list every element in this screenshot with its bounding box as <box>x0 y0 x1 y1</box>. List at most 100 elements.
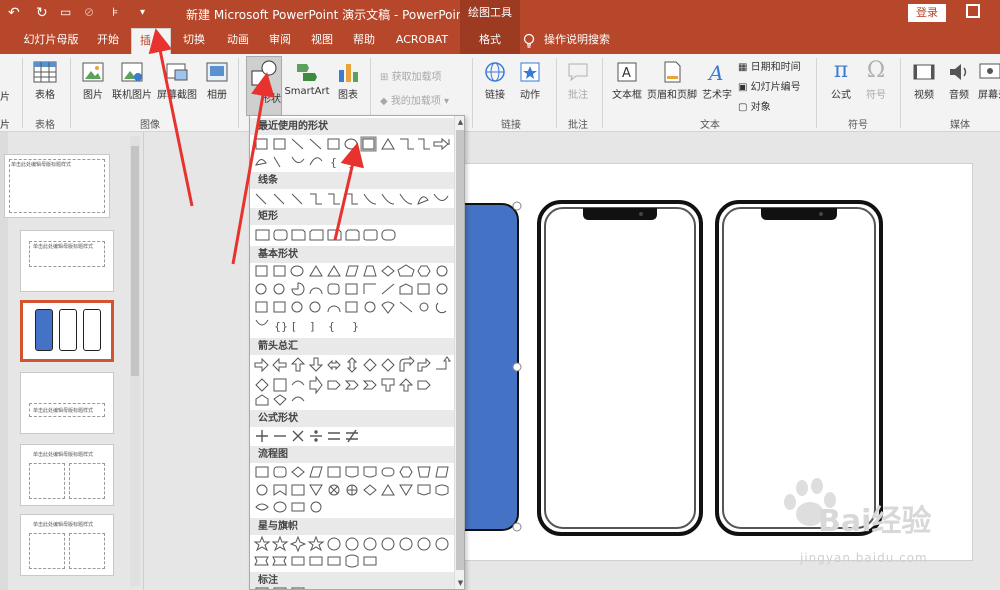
svg-text:{: { <box>328 320 335 333</box>
placeholder-box <box>69 463 105 499</box>
selection-handle[interactable] <box>512 522 522 532</box>
equation-label: 公式 <box>831 90 851 101</box>
tab-acrobat[interactable]: ACROBAT <box>392 28 452 54</box>
title-bar: ↶ ↻ ▭ ⊘ ⊧ ▾ 新建 Microsoft PowerPoint 演示文稿… <box>0 0 1000 28</box>
callouts-row[interactable] <box>252 586 452 590</box>
thumbnail-layout-5[interactable]: 单击此处编辑母版标题样式 <box>20 514 114 576</box>
recent-shapes-row[interactable]: {} <box>252 135 452 171</box>
selection-handle[interactable] <box>512 201 522 211</box>
date-time-button[interactable]: ▦ 日期和时间 <box>738 58 801 73</box>
table-button[interactable]: 表格 <box>28 60 62 101</box>
video-button[interactable]: 视频 <box>906 60 942 101</box>
audio-icon <box>950 64 967 80</box>
picture-icon <box>82 62 104 82</box>
online-picture-label: 联机图片 <box>112 90 152 101</box>
scrollbar-thumb[interactable] <box>456 130 464 570</box>
flowchart-grid[interactable] <box>252 463 452 517</box>
shapes-label: 形状 <box>261 94 281 105</box>
object-button[interactable]: ▢ 对象 <box>738 98 771 113</box>
rectangles-row[interactable] <box>252 226 452 244</box>
smartart-button[interactable]: SmartArt <box>284 60 330 97</box>
redo-icon[interactable]: ↻ <box>36 5 48 21</box>
align-icon[interactable]: ⊧ <box>112 5 118 19</box>
block-arrows-grid[interactable] <box>252 355 452 409</box>
tell-me-search[interactable]: 操作说明搜索 <box>544 28 610 54</box>
table-icon <box>33 61 57 83</box>
thumbnail-layout-4[interactable]: 单击此处编辑母版标题样式 <box>20 444 114 506</box>
equation-button[interactable]: π 公式 <box>824 58 858 101</box>
tab-transitions[interactable]: 切换 <box>176 28 212 54</box>
screen-recording-label: 屏幕录制 <box>978 90 1000 101</box>
tab-animations[interactable]: 动画 <box>220 28 256 54</box>
placeholder-box <box>29 533 65 569</box>
thumbnail-title: 单击此处编辑母版标题样式 <box>33 522 94 528</box>
wordart-button[interactable]: A 艺术字 <box>700 60 734 101</box>
lines-row[interactable] <box>252 190 452 208</box>
thumbnail-scrollbar[interactable] <box>130 136 140 586</box>
audio-button[interactable]: 音频 <box>942 60 976 101</box>
thumbnail-master[interactable]: 单击此处编辑母版标题样式 <box>4 154 110 218</box>
wordart-label: 艺术字 <box>702 90 732 101</box>
tab-format[interactable]: 格式 <box>460 28 520 54</box>
slide-number-label: 幻灯片编号 <box>750 82 801 93</box>
blocked-icon[interactable]: ⊘ <box>84 5 94 19</box>
tab-view[interactable]: 视图 <box>304 28 340 54</box>
login-button[interactable]: 登录 <box>908 4 946 22</box>
tab-help[interactable]: 帮助 <box>346 28 382 54</box>
pi-icon: π <box>833 58 849 83</box>
section-flowchart: 流程图 <box>250 446 454 463</box>
get-addins-label: 获取加载项 <box>391 72 442 83</box>
thumbnail-layout-1[interactable]: 单击此处编辑母版标题样式 <box>20 230 114 292</box>
ribbon-display-options-icon[interactable] <box>966 4 980 18</box>
group-separator <box>238 58 239 128</box>
tab-slide-master[interactable]: 幻灯片母版 <box>20 28 82 54</box>
thumbnail-layout-2-selected[interactable] <box>20 300 114 362</box>
symbol-button[interactable]: Ω 符号 <box>860 58 892 101</box>
thumbnail-layout-3[interactable]: 单击此处编辑母版标题样式 <box>20 372 114 434</box>
textbox-button[interactable]: A 文本框 <box>608 60 646 101</box>
my-addins-button[interactable]: ◆ 我的加载项 ▾ <box>380 92 449 107</box>
svg-text:[: [ <box>292 320 296 333</box>
photo-album-label: 相册 <box>207 90 227 101</box>
start-from-beginning-icon[interactable]: ▭ <box>60 5 71 19</box>
get-addins-button[interactable]: ⊞ 获取加载项 <box>380 68 442 83</box>
screen-recording-button[interactable]: 屏幕录制 <box>978 60 1000 101</box>
shapes-menu-scrollbar[interactable]: ▲ ▼ <box>454 116 464 589</box>
phone-white-1[interactable] <box>537 200 703 536</box>
section-recent-shapes: 最近使用的形状 <box>250 118 454 135</box>
tab-insert[interactable]: 插入 <box>131 28 171 54</box>
comment-button[interactable]: 批注 <box>562 60 594 101</box>
section-stars-banners: 星与旗帜 <box>250 518 454 535</box>
header-footer-button[interactable]: 页眉和页脚 <box>646 60 698 101</box>
picture-button[interactable]: 图片 <box>78 60 108 101</box>
shapes-dropdown-menu[interactable]: 最近使用的形状 {} 线条 矩形 基本形状 {} [] {} 箭头总汇 公式… <box>249 115 465 590</box>
scroll-down-icon[interactable]: ▼ <box>456 579 464 588</box>
phone-blue[interactable] <box>335 203 519 531</box>
shapes-icon <box>251 60 277 86</box>
action-button[interactable]: 动作 <box>514 60 546 101</box>
selection-handle[interactable] <box>512 362 522 372</box>
thumbnail-title: 单击此处编辑母版标题样式 <box>33 244 94 250</box>
online-picture-icon <box>121 62 143 82</box>
link-button[interactable]: 链接 <box>478 60 512 101</box>
shapes-button[interactable]: 形状 <box>246 56 282 116</box>
basic-shapes-grid[interactable]: {} [] {} <box>252 263 452 335</box>
tab-home[interactable]: 开始 <box>90 28 126 54</box>
online-picture-button[interactable]: 联机图片 <box>110 60 154 101</box>
undo-icon[interactable]: ↶ <box>8 5 20 21</box>
chart-button[interactable]: 图表 <box>334 60 362 101</box>
scroll-up-icon[interactable]: ▲ <box>456 118 464 127</box>
photo-album-button[interactable]: 相册 <box>202 60 232 101</box>
equation-shapes-row[interactable] <box>252 427 452 445</box>
smartart-icon <box>297 64 317 81</box>
tab-review[interactable]: 审阅 <box>262 28 298 54</box>
slide-number-button[interactable]: ▣ 幻灯片编号 <box>738 78 801 93</box>
screenshot-button[interactable]: 屏幕截图 <box>156 60 198 101</box>
symbol-label: 符号 <box>866 90 886 101</box>
scrollbar-thumb[interactable] <box>131 146 139 376</box>
stars-banners-grid[interactable] <box>252 535 452 571</box>
section-rectangles: 矩形 <box>250 208 454 225</box>
text-group-label: 文本 <box>700 120 720 131</box>
customize-qat-icon[interactable]: ▾ <box>140 7 145 18</box>
document-title: 新建 Microsoft PowerPoint 演示文稿 - PowerPoin… <box>186 8 469 22</box>
